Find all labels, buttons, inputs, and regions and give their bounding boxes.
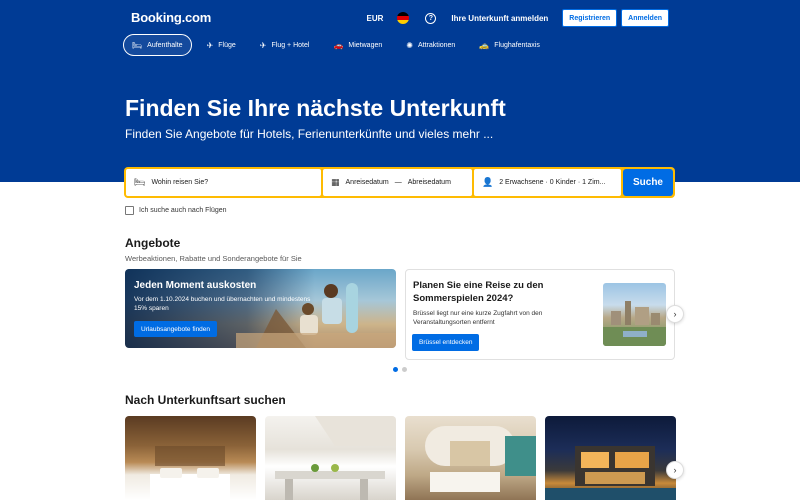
date-separator: — [394, 179, 402, 186]
nav-flight-hotel[interactable]: ✈ Flug + Hotel [251, 34, 319, 56]
nav-stays[interactable]: 🛏 Aufenthalte [123, 34, 192, 56]
plane-icon: ✈ [206, 40, 214, 50]
language-flag-icon[interactable] [397, 12, 410, 24]
brussels-skyline [603, 301, 666, 346]
property-types-title: Nach Unterkunftsart suchen [125, 393, 286, 407]
explore-brussels-button[interactable]: Brüssel entdecken [412, 334, 480, 351]
page-title: Finden Sie Ihre nächste Unterkunft [125, 95, 506, 121]
person-icon: 👤 [482, 177, 494, 187]
nav-attractions[interactable]: ✺ Attraktionen [397, 34, 464, 56]
destination-placeholder: Wohin reisen Sie? [151, 179, 209, 186]
register-button[interactable]: Registrieren [562, 9, 618, 27]
main-nav: 🛏 Aufenthalte ✈ Flüge ✈ Flug + Hotel 🚗 Mietw… [123, 34, 549, 56]
login-button[interactable]: Anmelden [621, 9, 669, 27]
taxi-icon: 🚕 [479, 40, 490, 50]
nav-label: Aufenthalte [147, 41, 183, 49]
brussels-photo [603, 283, 666, 346]
resort-room-photo [425, 426, 536, 492]
hero-banner: Booking.com EUR ? Ihre Unterkunft anmeld… [0, 0, 800, 182]
destination-input[interactable]: 🛏 Wohin reisen Sie? [126, 169, 321, 196]
offers-next-arrow[interactable]: › [666, 305, 684, 323]
guests-selector[interactable]: 👤 2 Erwachsene · 0 Kinder · 1 Zim... [474, 169, 621, 196]
property-types-next-arrow[interactable]: › [666, 461, 684, 479]
guests-label: 2 Erwachsene · 0 Kinder · 1 Zim... [499, 179, 606, 186]
property-card-apartments[interactable] [265, 416, 396, 500]
carousel-dots [393, 367, 407, 372]
calendar-icon: ▦ [331, 177, 340, 187]
page-subtitle: Finden Sie Angebote für Hotels, Ferienun… [125, 127, 494, 141]
bed-icon: 🛏 [132, 40, 143, 50]
header-actions: EUR ? Ihre Unterkunft anmelden Registrie… [367, 9, 669, 27]
offer1-text: Vor dem 1.10.2024 buchen und übernachten… [134, 296, 311, 312]
property-card-hotels[interactable] [125, 416, 256, 500]
property-type-cards [125, 416, 676, 500]
list-property-link[interactable]: Ihre Unterkunft anmelden [451, 14, 548, 23]
currency-selector[interactable]: EUR [367, 14, 384, 23]
nav-flights[interactable]: ✈ Flüge [198, 34, 245, 56]
date-picker[interactable]: ▦ Anreisedatum — Abreisedatum [323, 169, 472, 196]
flights-checkbox[interactable] [125, 206, 134, 215]
property-card-resorts[interactable] [405, 416, 536, 500]
kitchen-photo [275, 416, 396, 500]
help-icon[interactable]: ? [425, 12, 437, 24]
property-card-villas[interactable] [545, 416, 676, 500]
nav-label: Flüge [218, 41, 236, 49]
nav-label: Flug + Hotel [271, 41, 310, 49]
checkout-label: Abreisedatum [407, 179, 451, 186]
attractions-icon: ✺ [406, 40, 413, 50]
nav-label: Mietwagen [348, 41, 383, 49]
checkin-label: Anreisedatum [345, 179, 389, 186]
offer1-title: Jeden Moment auskosten [134, 280, 257, 291]
offer-card-summer[interactable]: Jeden Moment auskosten Vor dem 1.10.2024… [125, 269, 396, 348]
search-bar: 🛏 Wohin reisen Sie? ▦ Anreisedatum — Abr… [124, 167, 675, 198]
carousel-dot-1[interactable] [393, 367, 398, 372]
offer2-title: Planen Sie eine Reise zu den Sommerspiel… [413, 280, 544, 304]
nav-label: Flughafentaxis [494, 41, 540, 49]
nav-airport-taxis[interactable]: 🚕 Flughafentaxis [470, 34, 549, 56]
offers-title: Angebote [125, 236, 181, 250]
flights-checkbox-row[interactable]: Ich suche auch nach Flügen [125, 206, 227, 215]
offer2-text: Brüssel liegt nur eine kurze Zugfahrt vo… [413, 310, 543, 326]
carousel-dot-2[interactable] [402, 367, 407, 372]
plane-hotel-icon: ✈ [259, 40, 267, 50]
hotel-room-photo [150, 446, 230, 500]
car-icon: 🚗 [333, 40, 344, 50]
flights-checkbox-label: Ich suche auch nach Flügen [139, 207, 227, 214]
nav-label: Attraktionen [417, 41, 456, 49]
villa-photo [545, 446, 676, 500]
offers-subtitle: Werbeaktionen, Rabatte und Sonderangebot… [125, 254, 302, 263]
search-button[interactable]: Suche [623, 169, 673, 196]
nav-car-rental[interactable]: 🚗 Mietwagen [324, 34, 391, 56]
find-deals-button[interactable]: Urlaubsangebote finden [134, 321, 218, 337]
offer-card-brussels[interactable]: Planen Sie eine Reise zu den Sommerspiel… [405, 269, 675, 360]
bed-icon: 🛏 [134, 177, 146, 187]
booking-logo[interactable]: Booking.com [131, 10, 211, 25]
